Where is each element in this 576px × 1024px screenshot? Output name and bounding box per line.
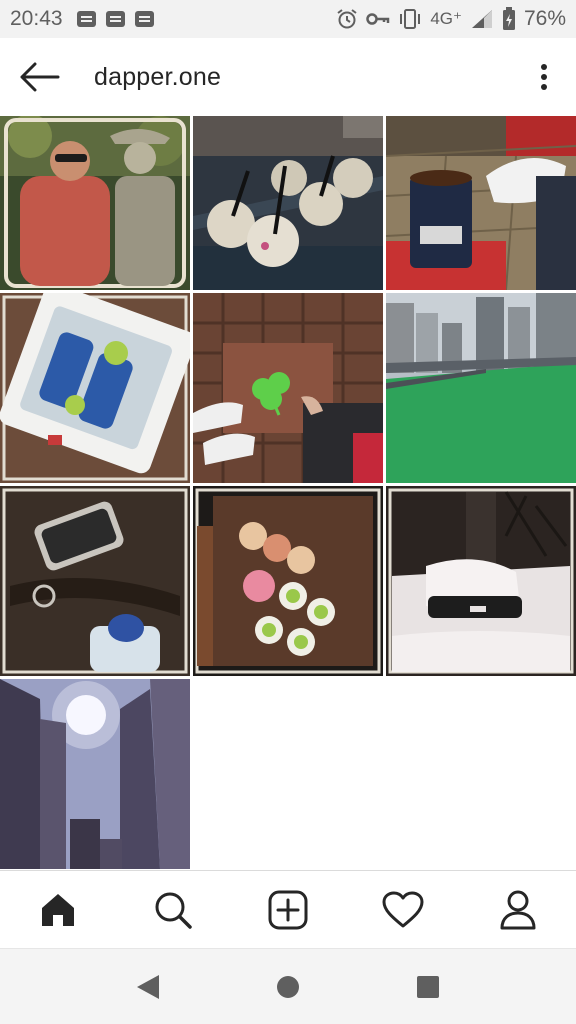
photo-tile[interactable] [0, 293, 190, 483]
battery-icon [502, 7, 516, 31]
message-icon [76, 11, 96, 27]
app-header: dapper.one [0, 38, 576, 116]
photo-tile[interactable] [0, 486, 190, 676]
add-post-icon [268, 890, 308, 930]
profile-icon [500, 890, 536, 930]
more-options-button[interactable] [524, 47, 564, 107]
photo-skyscrapers-sun [0, 679, 190, 869]
vibrate-icon [398, 8, 422, 30]
bottom-navigation [0, 870, 576, 949]
system-back-button[interactable] [128, 967, 168, 1007]
nav-activity[interactable] [373, 880, 433, 940]
back-button[interactable] [10, 47, 70, 107]
photo-tile[interactable] [0, 679, 190, 869]
photo-tile[interactable] [193, 486, 383, 676]
system-recents-button[interactable] [408, 967, 448, 1007]
alarm-icon [336, 8, 358, 30]
photo-beer-koozie-patio [386, 116, 576, 290]
vpn-key-icon [366, 10, 390, 28]
news-icon [105, 11, 125, 27]
nav-profile[interactable] [488, 880, 548, 940]
photo-green-river-city [386, 293, 576, 483]
photo-shamrock-sidewalk [193, 293, 383, 483]
back-triangle-icon [137, 975, 159, 999]
photo-tile[interactable] [193, 116, 383, 290]
search-icon [155, 892, 192, 929]
heart-icon [382, 891, 424, 928]
system-home-button[interactable] [268, 967, 308, 1007]
photo-tile[interactable] [386, 116, 576, 290]
arrow-left-icon [20, 62, 60, 92]
photo-snow-covered-car [386, 486, 576, 676]
nav-new-post[interactable] [258, 880, 318, 940]
photo-tile[interactable] [0, 116, 190, 290]
photo-drinks-on-table [193, 116, 383, 290]
photo-couple-with-statue [0, 116, 190, 290]
more-vertical-icon [541, 64, 547, 90]
photo-keytag-bag [0, 486, 190, 676]
status-system-icons: 4G⁺ 76% [336, 7, 566, 31]
recents-square-icon [417, 976, 439, 998]
news-icon [134, 11, 154, 27]
nav-search[interactable] [143, 880, 203, 940]
screen: 20:43 4G⁺ 76% dapper.one [0, 0, 576, 1024]
system-navigation-bar [0, 948, 576, 1024]
home-icon [41, 894, 74, 926]
photo-sushi-platter [193, 486, 383, 676]
photo-tile[interactable] [193, 293, 383, 483]
photo-tile[interactable] [386, 293, 576, 483]
nav-home[interactable] [28, 880, 88, 940]
battery-percentage: 76% [523, 7, 566, 30]
signal-icon [470, 8, 494, 30]
home-circle-icon [277, 976, 299, 998]
photo-beer-cooler [0, 293, 190, 483]
network-type: 4G⁺ [430, 9, 462, 28]
profile-username-title: dapper.one [94, 62, 222, 91]
status-time: 20:43 [10, 7, 63, 30]
status-bar: 20:43 4G⁺ 76% [0, 0, 576, 38]
photo-tile[interactable] [386, 486, 576, 676]
notification-icons [76, 11, 154, 27]
